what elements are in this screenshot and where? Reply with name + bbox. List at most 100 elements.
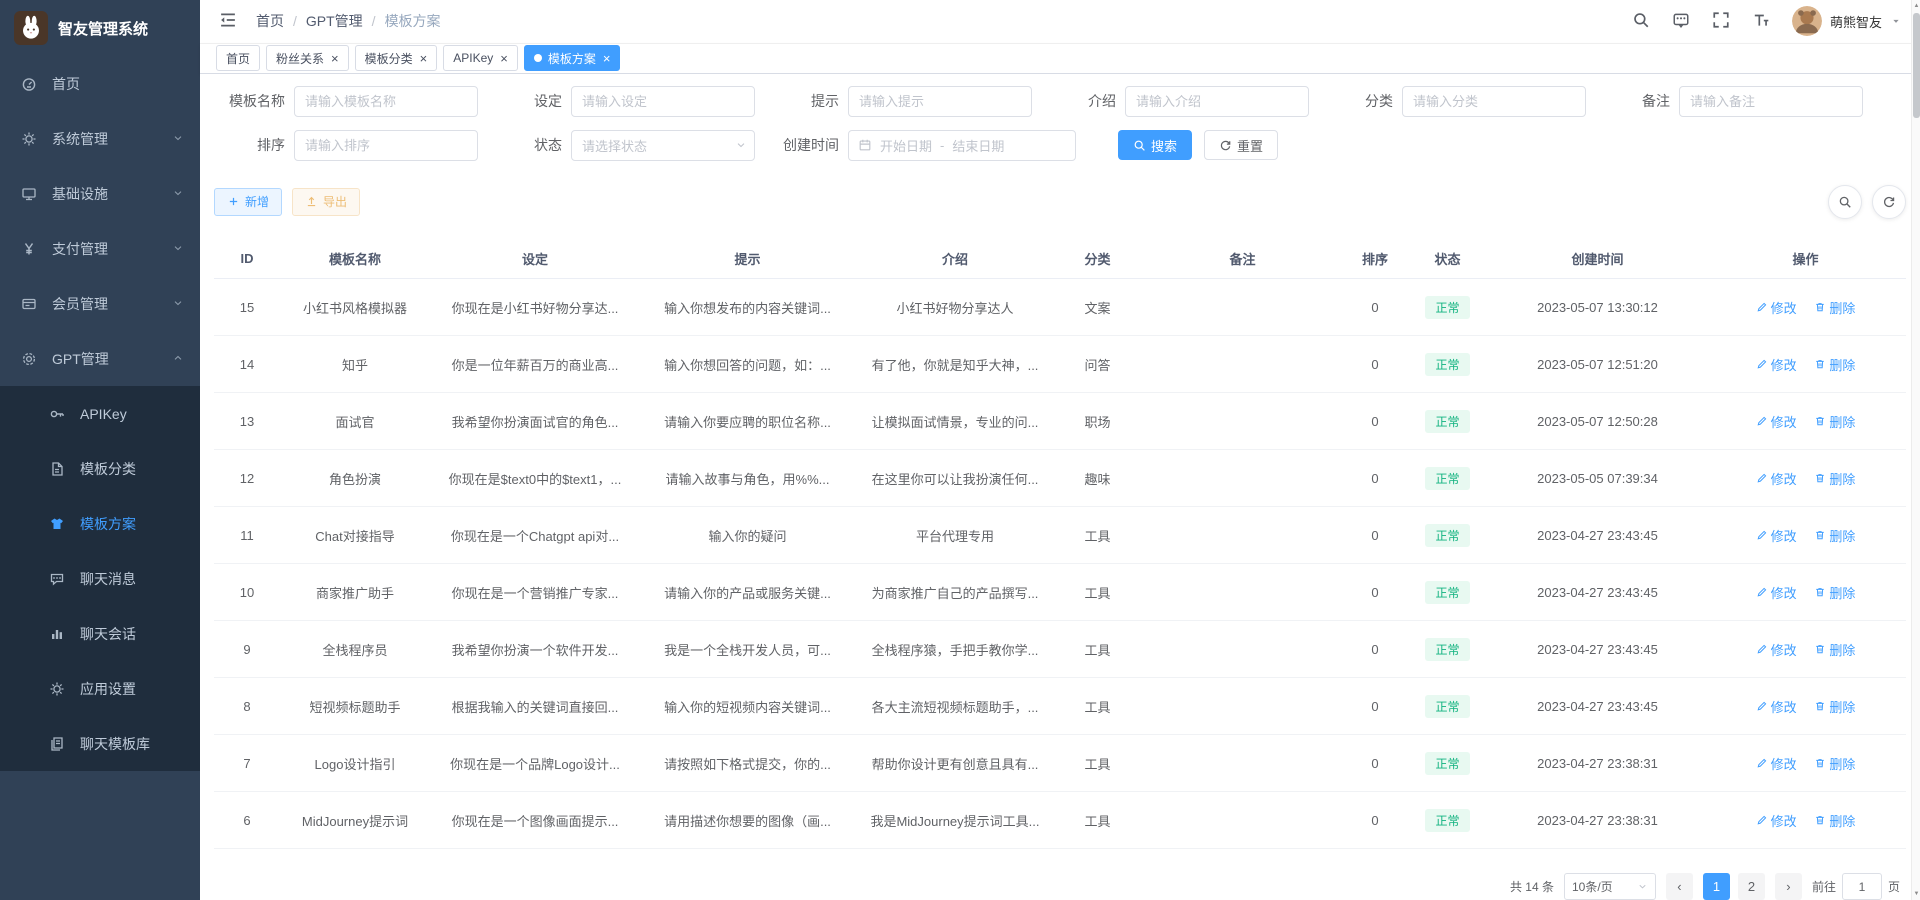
status-badge: 正常 <box>1425 524 1469 547</box>
sidebar-item[interactable]: GPT管理 <box>0 331 200 386</box>
sidebar-item[interactable]: 聊天模板库 <box>0 716 200 771</box>
sidebar-item[interactable]: 首页 <box>0 56 200 111</box>
edit-button[interactable]: 修改 <box>1756 526 1797 545</box>
delete-button[interactable]: 删除 <box>1814 298 1855 317</box>
delete-button[interactable]: 删除 <box>1814 412 1855 431</box>
cell-prompt: 我是一个全栈开发人员，可... <box>640 621 855 678</box>
cell-remark <box>1140 564 1345 621</box>
filter-input[interactable] <box>848 86 1032 117</box>
fullscreen-icon[interactable] <box>1712 11 1732 31</box>
scrollbar[interactable]: ▲ ▼ <box>1911 0 1920 900</box>
filter-input[interactable] <box>1125 86 1309 117</box>
toggle-search-button[interactable] <box>1828 185 1862 219</box>
tab[interactable]: APIKey × <box>443 45 518 71</box>
sidebar-item[interactable]: 会员管理 <box>0 276 200 331</box>
close-icon[interactable]: × <box>500 52 508 65</box>
sort-input[interactable] <box>294 130 478 161</box>
sidebar-item[interactable]: 模板方案 <box>0 496 200 551</box>
message-icon[interactable] <box>1672 11 1692 31</box>
breadcrumb-item[interactable]: GPT管理 <box>306 11 363 31</box>
menu-fold-icon[interactable] <box>218 10 240 32</box>
delete-button[interactable]: 删除 <box>1814 640 1855 659</box>
gear-icon <box>20 130 38 148</box>
delete-button[interactable]: 删除 <box>1814 811 1855 830</box>
delete-button[interactable]: 删除 <box>1814 469 1855 488</box>
edit-button[interactable]: 修改 <box>1756 298 1797 317</box>
edit-button[interactable]: 修改 <box>1756 583 1797 602</box>
edit-button[interactable]: 修改 <box>1756 754 1797 773</box>
sidebar-item-label: 首页 <box>52 74 80 94</box>
edit-button[interactable]: 修改 <box>1756 412 1797 431</box>
library-icon <box>48 735 66 753</box>
cell-sort: 0 <box>1345 792 1405 849</box>
prev-page-button[interactable]: ‹ <box>1666 873 1693 900</box>
edit-button[interactable]: 修改 <box>1756 697 1797 716</box>
tab[interactable]: 模板方案 × <box>524 45 621 71</box>
page-number-button[interactable]: 1 <box>1703 873 1730 900</box>
edit-button[interactable]: 修改 <box>1756 640 1797 659</box>
delete-button[interactable]: 删除 <box>1814 754 1855 773</box>
cog-icon <box>20 350 38 368</box>
page-number-button[interactable]: 2 <box>1738 873 1765 900</box>
delete-button[interactable]: 删除 <box>1814 697 1855 716</box>
date-range-picker[interactable]: 开始日期 - 结束日期 <box>848 130 1076 161</box>
search-icon[interactable] <box>1632 11 1652 31</box>
next-page-button[interactable]: › <box>1775 873 1802 900</box>
search-button[interactable]: 搜索 <box>1118 130 1192 160</box>
sidebar-item[interactable]: 模板分类 <box>0 441 200 496</box>
refresh-table-button[interactable] <box>1872 185 1906 219</box>
chart-icon <box>48 625 66 643</box>
font-size-icon[interactable] <box>1752 11 1772 31</box>
column-header: 备注 <box>1140 239 1345 279</box>
edit-button[interactable]: 修改 <box>1756 355 1797 374</box>
scroll-down-arrow[interactable]: ▼ <box>1912 888 1920 900</box>
tab[interactable]: 粉丝关系 × <box>266 45 349 71</box>
add-button[interactable]: 新增 <box>214 188 282 216</box>
delete-button[interactable]: 删除 <box>1814 355 1855 374</box>
filter-input[interactable] <box>294 86 478 117</box>
cell-name: 知乎 <box>280 336 430 393</box>
sidebar-item[interactable]: 基础设施 <box>0 166 200 221</box>
cell-created: 2023-04-27 23:38:31 <box>1490 735 1705 792</box>
edit-button[interactable]: 修改 <box>1756 469 1797 488</box>
close-icon[interactable]: × <box>603 52 611 65</box>
cell-setting: 你现在是一个品牌Logo设计... <box>430 735 640 792</box>
close-icon[interactable]: × <box>331 52 339 65</box>
filter-input[interactable] <box>1402 86 1586 117</box>
cell-remark <box>1140 621 1345 678</box>
close-icon[interactable]: × <box>420 52 428 65</box>
edit-button[interactable]: 修改 <box>1756 811 1797 830</box>
sidebar-item[interactable]: 支付管理 <box>0 221 200 276</box>
key-icon <box>48 405 66 423</box>
delete-button[interactable]: 删除 <box>1814 583 1855 602</box>
tab-active-dot <box>534 54 542 62</box>
status-select[interactable]: 请选择状态 <box>571 130 755 161</box>
sidebar-item[interactable]: 系统管理 <box>0 111 200 166</box>
chevron-down-icon <box>172 186 184 202</box>
reset-button[interactable]: 重置 <box>1204 130 1278 160</box>
page-size-select[interactable]: 10条/页 <box>1564 873 1656 900</box>
filter-field: 介绍 <box>1045 86 1322 117</box>
export-button[interactable]: 导出 <box>292 188 360 216</box>
tab[interactable]: 模板分类 × <box>355 45 438 71</box>
scroll-up-arrow[interactable]: ▲ <box>1912 0 1920 12</box>
cell-created: 2023-05-07 12:51:20 <box>1490 336 1705 393</box>
filter-input[interactable] <box>1679 86 1863 117</box>
column-header: 模板名称 <box>280 239 430 279</box>
filter-input[interactable] <box>571 86 755 117</box>
cell-name: MidJourney提示词 <box>280 792 430 849</box>
sidebar-item[interactable]: 聊天会话 <box>0 606 200 661</box>
sidebar-item[interactable]: 应用设置 <box>0 661 200 716</box>
delete-button[interactable]: 删除 <box>1814 526 1855 545</box>
sidebar-item[interactable]: 聊天消息 <box>0 551 200 606</box>
breadcrumb-item[interactable]: 模板方案 <box>385 11 441 31</box>
scrollbar-thumb[interactable] <box>1913 13 1920 118</box>
chevron-down-icon <box>172 131 184 147</box>
breadcrumb-item[interactable]: 首页 <box>256 11 284 31</box>
cell-created: 2023-04-27 23:43:45 <box>1490 507 1705 564</box>
tab[interactable]: 首页 <box>216 45 260 71</box>
sidebar-item[interactable]: APIKey <box>0 386 200 441</box>
page-jump-input[interactable] <box>1842 873 1882 900</box>
edit-icon <box>1756 757 1768 769</box>
user-menu[interactable]: 萌熊智友 <box>1792 6 1902 36</box>
